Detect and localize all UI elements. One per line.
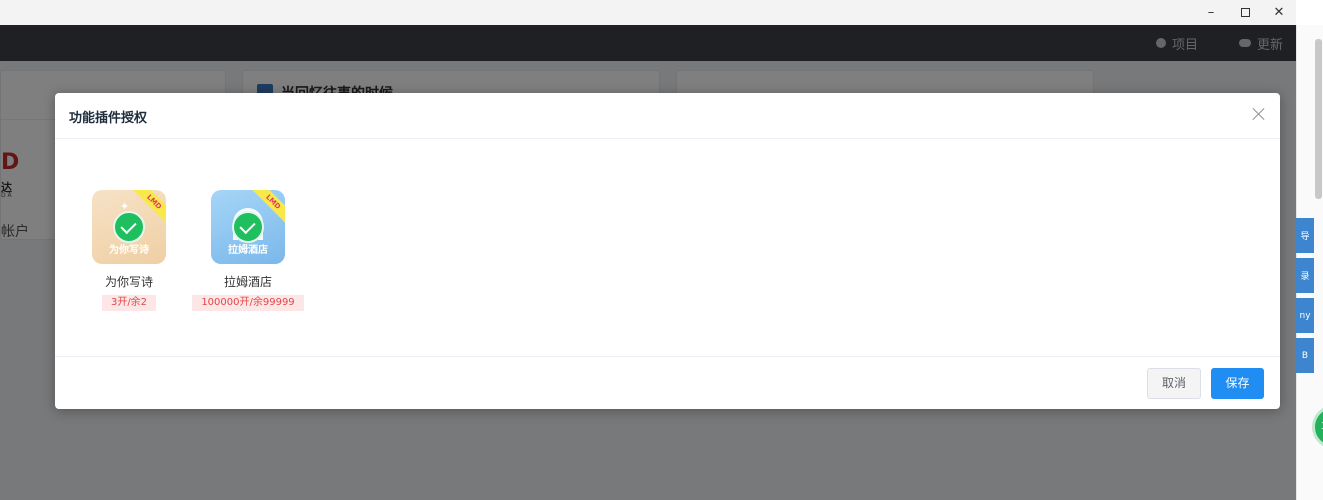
window-title-bar: – ✕ xyxy=(0,0,1296,25)
minimize-button[interactable]: – xyxy=(1194,0,1228,25)
check-icon xyxy=(232,211,264,243)
plugin-quota: 3开/余2 xyxy=(101,295,157,311)
window-close-button[interactable]: ✕ xyxy=(1262,0,1296,25)
dialog-header: 功能插件授权 xyxy=(55,93,1280,139)
side-tab-4[interactable]: B xyxy=(1296,338,1314,373)
maximize-icon xyxy=(1240,8,1250,17)
close-icon[interactable] xyxy=(1251,106,1267,122)
plugin-auth-dialog: 功能插件授权 ✦ 为你写诗 LMD 为你写诗 3开/余2 拉姆酒店 LMD 拉姆… xyxy=(55,93,1280,409)
plugin-item-hotel[interactable]: 拉姆酒店 LMD 拉姆酒店 100000开/余99999 xyxy=(188,190,308,311)
side-tab-1[interactable]: 导 xyxy=(1296,218,1314,253)
plugin-icon-text: 为你写诗 xyxy=(109,245,149,256)
plugin-quota: 100000开/余99999 xyxy=(192,295,304,311)
close-icon: ✕ xyxy=(1273,5,1285,20)
dialog-body: ✦ 为你写诗 LMD 为你写诗 3开/余2 拉姆酒店 LMD 拉姆酒店 1000… xyxy=(55,139,1280,356)
save-button[interactable]: 保存 xyxy=(1211,368,1264,399)
side-tab-3[interactable]: ny xyxy=(1296,298,1314,333)
cancel-button[interactable]: 取消 xyxy=(1147,368,1201,399)
plugin-icon-text: 拉姆酒店 xyxy=(228,245,268,256)
minimize-icon: – xyxy=(1207,5,1215,20)
hotel-app-icon: 拉姆酒店 LMD xyxy=(211,190,285,264)
plugin-item-poem[interactable]: ✦ 为你写诗 LMD 为你写诗 3开/余2 xyxy=(69,190,189,311)
plugin-name: 拉姆酒店 xyxy=(223,275,272,289)
dialog-footer: 取消 保存 xyxy=(55,356,1280,409)
scrollbar-thumb[interactable] xyxy=(1315,39,1322,199)
plugin-name: 为你写诗 xyxy=(104,275,153,289)
side-tab-2[interactable]: 录 xyxy=(1296,258,1314,293)
dialog-title: 功能插件授权 xyxy=(69,111,148,126)
check-icon xyxy=(113,211,145,243)
poem-app-icon: ✦ 为你写诗 LMD xyxy=(92,190,166,264)
maximize-button[interactable] xyxy=(1228,0,1262,25)
